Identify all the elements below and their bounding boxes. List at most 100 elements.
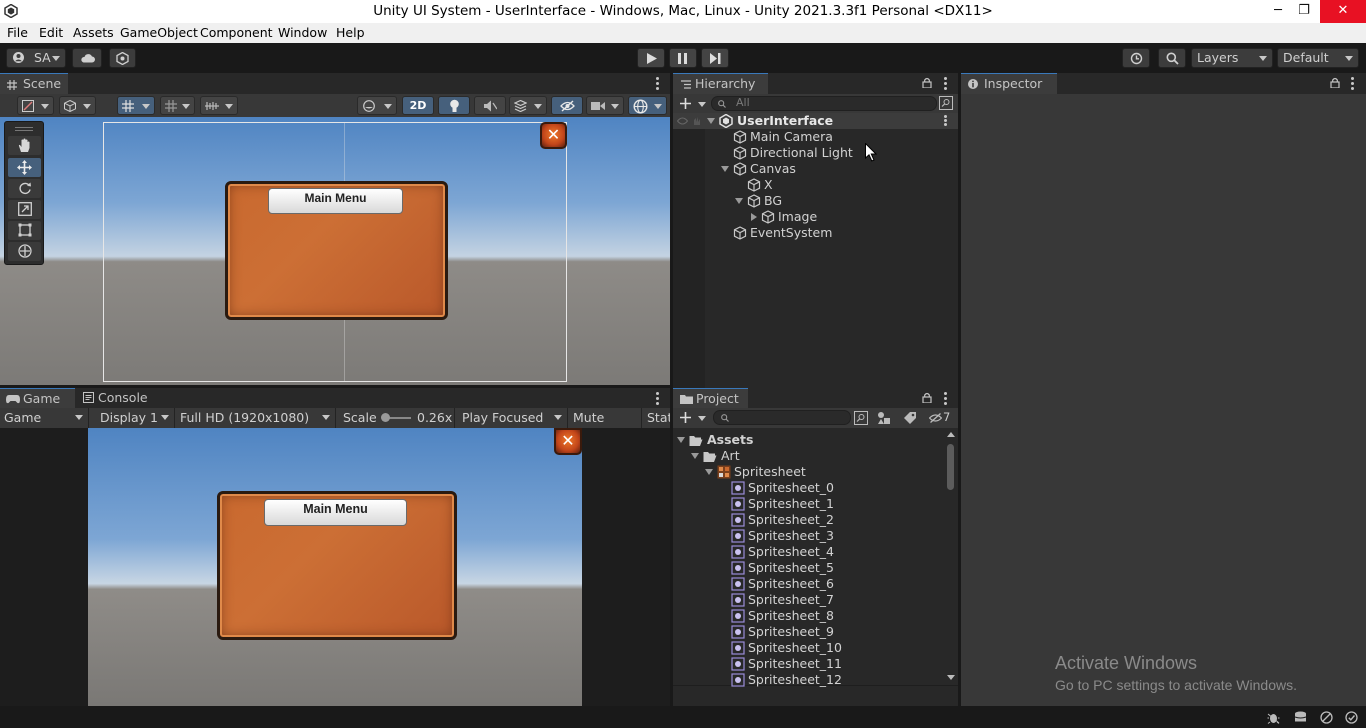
project-row-assets[interactable]: Assets: [673, 432, 943, 448]
menu-gameobject[interactable]: GameObject: [120, 25, 198, 40]
move-tool[interactable]: [8, 158, 41, 177]
inspector-menu-icon[interactable]: [1351, 77, 1354, 92]
project-lock-icon[interactable]: [922, 392, 932, 403]
visibility-eye-icon[interactable]: [677, 117, 688, 125]
project-search-input[interactable]: [713, 410, 851, 425]
check-progress-icon[interactable]: [1345, 711, 1358, 724]
menu-component[interactable]: Component: [200, 25, 273, 40]
stats-toggle[interactable]: Stat: [643, 408, 670, 428]
layers-dropdown[interactable]: Layers: [1191, 48, 1273, 68]
fold-arrow-icon[interactable]: [751, 213, 757, 221]
hierarchy-lock-icon[interactable]: [922, 77, 932, 88]
hierarchy-row-image[interactable]: Image: [673, 209, 958, 225]
cache-server-icon[interactable]: [1294, 711, 1307, 724]
menu-edit[interactable]: Edit: [39, 25, 63, 40]
scene-viewport[interactable]: Main Menu ✕: [0, 117, 670, 385]
transform-tool[interactable]: [8, 242, 41, 261]
scale-tool[interactable]: [8, 200, 41, 219]
scroll-thumb[interactable]: [947, 444, 954, 490]
tab-console[interactable]: Console: [76, 388, 156, 409]
project-row-sprite[interactable]: Spritesheet_10: [673, 640, 943, 656]
hidden-objects-toggle[interactable]: [551, 96, 583, 115]
hierarchy-row-x[interactable]: X: [673, 177, 958, 193]
project-row-sprite[interactable]: Spritesheet_12: [673, 672, 943, 688]
project-row-sprite[interactable]: Spritesheet_4: [673, 544, 943, 560]
game-close-x-button[interactable]: ✕: [554, 428, 582, 455]
hierarchy-search-input[interactable]: All: [711, 96, 937, 111]
scale-handle[interactable]: [381, 413, 390, 422]
hierarchy-row-main-camera[interactable]: Main Camera: [673, 129, 958, 145]
camera-dropdown[interactable]: [586, 96, 624, 115]
search-button[interactable]: [1158, 48, 1186, 68]
tab-scene[interactable]: Scene: [0, 73, 68, 94]
collab-button[interactable]: [109, 48, 136, 68]
label-tag-icon[interactable]: [903, 411, 917, 425]
project-row-sprite[interactable]: Spritesheet_11: [673, 656, 943, 672]
scroll-down-icon[interactable]: [947, 675, 955, 680]
layout-dropdown[interactable]: Default: [1277, 48, 1359, 68]
grid-snap-dropdown[interactable]: [117, 96, 155, 115]
project-row-art[interactable]: Art: [673, 448, 943, 464]
tab-inspector[interactable]: Inspector: [961, 73, 1057, 94]
project-row-sprite[interactable]: Spritesheet_8: [673, 608, 943, 624]
scroll-up-icon[interactable]: [947, 432, 955, 437]
scale-slider[interactable]: Scale 0.26x: [339, 408, 455, 428]
gizmos-dropdown[interactable]: [628, 96, 667, 115]
project-scrollbar[interactable]: [945, 432, 956, 684]
play-button[interactable]: [637, 48, 665, 68]
bug-icon[interactable]: [1267, 711, 1280, 724]
menu-help[interactable]: Help: [336, 25, 365, 40]
menu-assets[interactable]: Assets: [73, 25, 114, 40]
filter-by-type-icon[interactable]: [877, 411, 891, 425]
hand-tool[interactable]: [8, 136, 41, 155]
pickable-hand-icon[interactable]: [692, 116, 702, 126]
game-viewport[interactable]: Main Menu ✕: [88, 428, 582, 706]
mute-audio-toggle[interactable]: Mute Audio: [569, 408, 642, 444]
menu-file[interactable]: File: [7, 25, 28, 40]
scene-row-menu-icon[interactable]: [944, 115, 947, 128]
snap-increment-dropdown[interactable]: [160, 96, 195, 115]
project-menu-icon[interactable]: [944, 392, 947, 407]
project-row-sprite[interactable]: Spritesheet_9: [673, 624, 943, 640]
lighting-toggle[interactable]: [438, 96, 470, 115]
hierarchy-row-bg[interactable]: BG: [673, 193, 958, 209]
effects-dropdown[interactable]: [509, 96, 547, 115]
game-view-dropdown[interactable]: Game: [0, 408, 89, 428]
search-by-type-icon[interactable]: [939, 96, 953, 110]
close-window-button[interactable]: ✕: [1320, 0, 1366, 23]
rect-tool[interactable]: [8, 221, 41, 240]
hierarchy-row-canvas[interactable]: Canvas: [673, 161, 958, 177]
tab-hierarchy[interactable]: Hierarchy: [673, 73, 768, 94]
project-row-sprite[interactable]: Spritesheet_0: [673, 480, 943, 496]
palette-handle[interactable]: [15, 127, 33, 128]
search-by-type-icon[interactable]: [854, 411, 868, 425]
play-mode-dropdown[interactable]: Play Focused: [458, 408, 568, 428]
project-add-button[interactable]: [678, 410, 706, 426]
project-row-sprite[interactable]: Spritesheet_3: [673, 528, 943, 544]
draw-mode-dropdown[interactable]: [17, 96, 54, 115]
hidden-packages-toggle[interactable]: 7: [927, 409, 957, 426]
hierarchy-row-userinterface[interactable]: UserInterface: [673, 113, 958, 129]
render-mode-dropdown[interactable]: [59, 96, 96, 115]
project-row-sprite[interactable]: Spritesheet_1: [673, 496, 943, 512]
account-dropdown[interactable]: SA: [6, 48, 66, 68]
scene-menu-icon[interactable]: [656, 77, 659, 92]
scene-close-x-button[interactable]: ✕: [540, 122, 567, 149]
project-row-sprite[interactable]: Spritesheet_5: [673, 560, 943, 576]
shading-dropdown[interactable]: [357, 96, 397, 115]
inspector-lock-icon[interactable]: [1330, 77, 1340, 88]
fold-arrow-icon[interactable]: [721, 166, 729, 172]
project-row-sprite[interactable]: Spritesheet_6: [673, 576, 943, 592]
align-dropdown[interactable]: [200, 96, 238, 115]
hierarchy-add-button[interactable]: [678, 96, 706, 112]
menu-window[interactable]: Window: [278, 25, 327, 40]
display-dropdown[interactable]: Display 1: [96, 408, 175, 428]
resolution-dropdown[interactable]: Full HD (1920x1080): [176, 408, 336, 428]
step-button[interactable]: [701, 48, 729, 68]
audio-toggle[interactable]: [474, 96, 506, 115]
tab-game[interactable]: Game: [0, 388, 75, 409]
project-row-sprite[interactable]: Spritesheet_7: [673, 592, 943, 608]
undo-history-button[interactable]: [1122, 48, 1150, 68]
fold-arrow-icon[interactable]: [735, 198, 743, 204]
game-menu-icon[interactable]: [656, 392, 659, 407]
